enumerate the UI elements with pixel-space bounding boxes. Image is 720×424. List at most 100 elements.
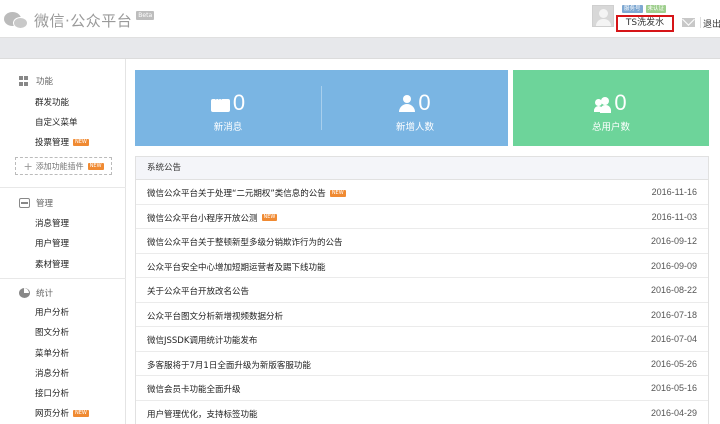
notice-link[interactable]: 微信JSSDK调用统计功能发布	[147, 334, 257, 346]
stat-label: 新消息	[213, 122, 243, 133]
sidebar-item-label: 群发功能	[35, 98, 70, 108]
sidebar-item-messages[interactable]: 消息管理	[35, 217, 69, 229]
notice-date: 2016-05-16	[650, 383, 697, 393]
notice-date: 2016-09-12	[650, 236, 697, 246]
notice-row[interactable]: 微信公众平台关于整顿新型多级分销欺诈行为的公告 2016-09-12	[136, 229, 708, 254]
new-badge: NEW	[87, 162, 104, 170]
sidebar-section-stats: 统计	[19, 287, 53, 299]
sidebar-item-label: 用户分析	[35, 308, 70, 318]
verify-status-tag: 未认证	[645, 5, 667, 13]
sidebar-item-label: 消息分析	[35, 369, 70, 379]
notice-link[interactable]: 微信公众平台关于处理“二元期权”类信息的公告 NEW	[147, 187, 346, 199]
notice-date: 2016-11-03	[651, 211, 697, 222]
stat-total-users[interactable]: 0 总用户数	[513, 70, 709, 146]
notice-link[interactable]: 用户管理优化，支持标签功能	[147, 408, 258, 420]
stat-new-users[interactable]: 0 新增人数	[322, 70, 508, 146]
notice-title-text: 公众平台安全中心增加短期运营者及踢下线功能	[147, 262, 326, 273]
stat-label: 新增人数	[395, 122, 434, 133]
sidebar-item-label: 自定义菜单	[35, 118, 78, 128]
notice-list: 微信公众平台关于处理“二元期权”类信息的公告 NEW 2016-11-16 微信公众平…	[136, 180, 708, 424]
sidebar-section-title: 功能	[36, 77, 54, 87]
system-notice: 系统公告 微信公众平台关于处理“二元期权”类信息的公告 NEW 2016-11-16…	[135, 156, 709, 424]
stat-value: 0	[614, 90, 627, 115]
sidebar-item-vote[interactable]: 投票管理 NEW	[35, 136, 89, 148]
sidebar-item-menu-analysis[interactable]: 菜单分析	[35, 347, 69, 359]
notice-link[interactable]: 微信公众平台关于整顿新型多级分销欺诈行为的公告	[147, 236, 343, 248]
notice-row[interactable]: 公众平台图文分析新增视频数据分析 2016-07-18	[136, 303, 708, 327]
sidebar-item-web-analysis[interactable]: 网页分析 NEW	[35, 407, 89, 419]
message-icon	[210, 92, 230, 112]
person-icon	[399, 95, 416, 113]
notice-row[interactable]: 多客服将于7月1日全面升级为新版客服功能 2016-05-26	[136, 352, 708, 376]
sidebar-item-label: 网页分析	[35, 409, 70, 419]
notice-row[interactable]: 用户管理优化，支持标签功能 2016-04-29	[136, 401, 708, 424]
pie-chart-icon	[19, 288, 30, 298]
account-type-tag: 服务号	[622, 5, 643, 13]
stat-value: 0	[418, 90, 431, 115]
notice-link[interactable]: 公众平台安全中心增加短期运营者及踢下线功能	[147, 261, 326, 273]
notice-row[interactable]: 公众平台安全中心增加短期运营者及踢下线功能 2016-09-09	[136, 254, 708, 278]
notice-title-text: 用户管理优化，支持标签功能	[147, 409, 258, 420]
account-name[interactable]: TS洗发水	[616, 15, 674, 32]
sidebar-item-label: 用户管理	[35, 239, 70, 249]
new-badge: NEW	[73, 138, 89, 146]
notice-title-text: 多客服将于7月1日全面升级为新版客服功能	[147, 360, 311, 371]
sidebar-section-manage: 管理	[19, 197, 53, 209]
notice-date: 2016-09-09	[650, 260, 697, 271]
sidebar-item-materials[interactable]: 素材管理	[35, 258, 69, 270]
account-tags: 服务号 未认证	[622, 5, 667, 13]
sidebar-item-api-analysis[interactable]: 接口分析	[35, 387, 69, 399]
sidebar-item-label: 投票管理	[35, 138, 70, 148]
add-plugin-label: 添加功能插件	[35, 161, 84, 171]
new-badge: NEW	[329, 189, 346, 197]
sidebar-item-user-analysis[interactable]: 用户分析	[35, 306, 69, 318]
sidebar-item-message-analysis[interactable]: 消息分析	[35, 367, 69, 379]
sidebar-item-custom-menu[interactable]: 自定义菜单	[35, 116, 78, 128]
notice-row[interactable]: 微信公众平台关于处理“二元期权”类信息的公告 NEW 2016-11-16	[136, 180, 708, 205]
notice-date: 2016-04-29	[650, 407, 697, 418]
stats-blue-panel: 0 新消息 0 新增人数	[135, 70, 508, 146]
beta-badge: Beta	[136, 10, 155, 20]
sidebar-item-label: 图文分析	[35, 328, 70, 338]
notice-title-text: 微信公众平台小程序开放公测	[147, 213, 258, 224]
new-badge: NEW	[73, 409, 89, 417]
logo-text: 微信·公众平台	[34, 11, 133, 30]
logout-link[interactable]: 退出	[703, 17, 720, 30]
people-icon	[594, 97, 612, 113]
inbox-icon	[19, 198, 30, 208]
stat-new-messages[interactable]: 0 新消息	[135, 70, 321, 146]
sidebar-item-label: 消息管理	[35, 219, 70, 229]
grid-icon	[19, 76, 30, 86]
notice-row[interactable]: 关于公众平台开放改名公告 2016-08-22	[136, 278, 708, 303]
notice-link[interactable]: 公众平台图文分析新增视频数据分析	[147, 310, 283, 322]
notice-date: 2016-05-26	[650, 358, 697, 369]
notice-title-text: 微信公众平台关于整顿新型多级分销欺诈行为的公告	[147, 238, 343, 248]
notice-date: 2016-07-04	[650, 334, 697, 344]
sidebar-item-label: 菜单分析	[35, 349, 70, 359]
notice-row[interactable]: 微信JSSDK调用统计功能发布 2016-07-04	[136, 327, 708, 352]
wechat-logo[interactable]: 微信·公众平台 Beta	[4, 9, 155, 31]
notice-row[interactable]: 微信公众平台小程序开放公测 NEW 2016-11-03	[136, 205, 708, 229]
stat-value: 0	[232, 90, 246, 115]
mail-icon[interactable]	[682, 18, 695, 27]
notice-title: 系统公告	[136, 157, 708, 180]
notice-link[interactable]: 微信会员卡功能全面升级	[147, 383, 241, 395]
sidebar-item-users[interactable]: 用户管理	[35, 237, 69, 249]
sidebar-item-article-analysis[interactable]: 图文分析	[35, 326, 69, 338]
notice-link[interactable]: 多客服将于7月1日全面升级为新版客服功能	[147, 359, 311, 371]
header-divider	[700, 17, 701, 28]
sidebar-section-title: 统计	[36, 289, 54, 299]
add-plugin-button[interactable]: + 添加功能插件 NEW	[15, 157, 112, 175]
notice-date: 2016-07-18	[650, 309, 697, 320]
notice-date: 2016-11-16	[651, 187, 697, 197]
plus-icon: +	[23, 159, 33, 173]
sidebar-divider	[0, 187, 126, 188]
avatar[interactable]	[592, 5, 614, 27]
sidebar-section-function: 功能	[19, 75, 53, 87]
notice-link[interactable]: 关于公众平台开放改名公告	[147, 285, 249, 297]
notice-title-text: 微信JSSDK调用统计功能发布	[147, 336, 258, 346]
notice-row[interactable]: 微信会员卡功能全面升级 2016-05-16	[136, 376, 708, 401]
notice-link[interactable]: 微信公众平台小程序开放公测 NEW	[147, 212, 278, 224]
sidebar-item-mass-send[interactable]: 群发功能	[35, 96, 69, 108]
stats-overview: 0 新消息 0 新增人数 0	[135, 70, 709, 146]
